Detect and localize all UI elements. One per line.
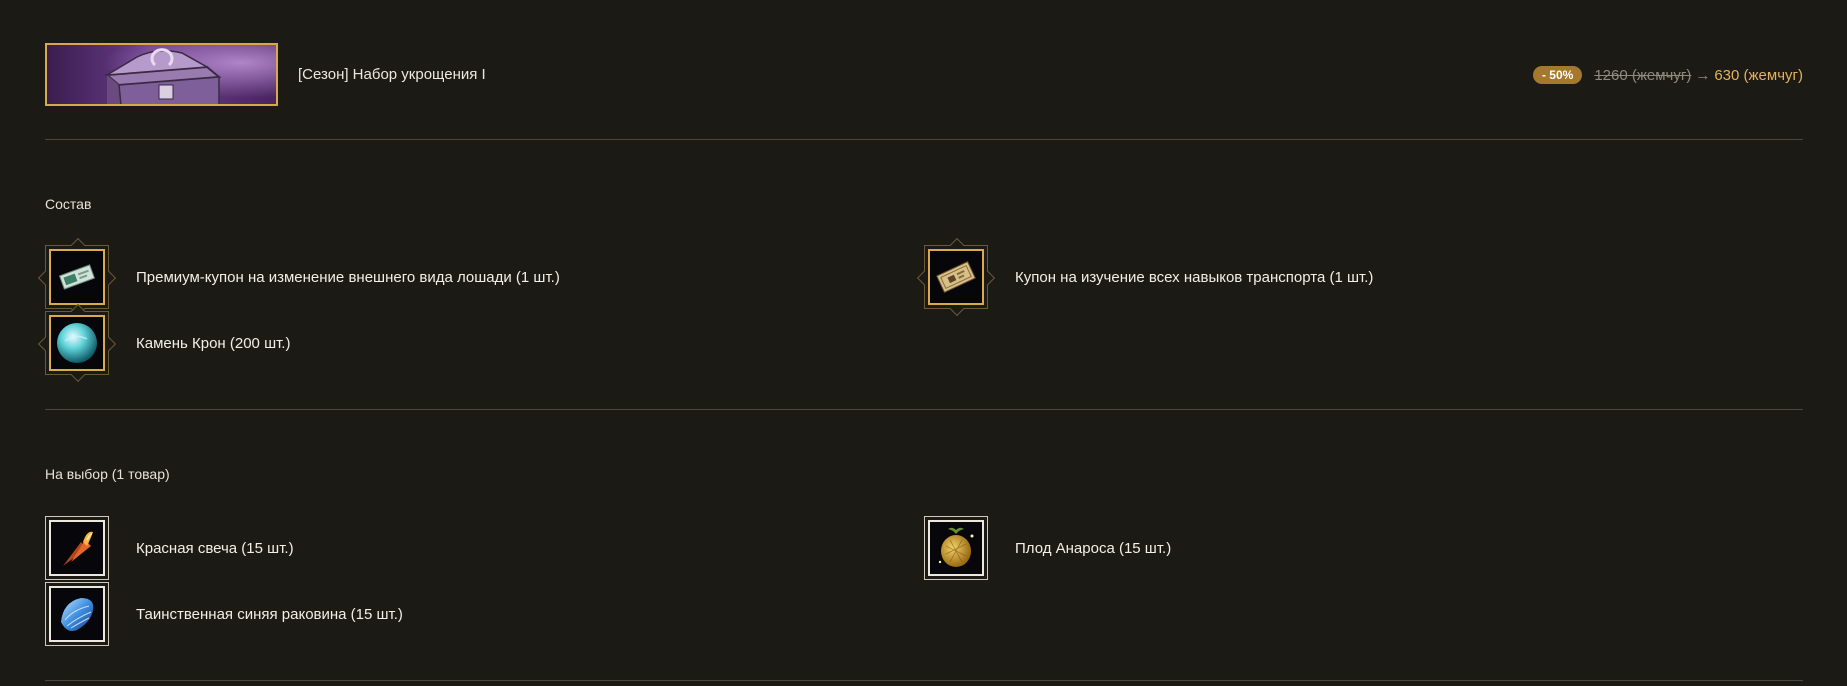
item-frame [37, 237, 117, 317]
discount-badge: - 50% [1532, 66, 1583, 84]
cron-stone-icon [57, 323, 97, 363]
choice-title: На выбор (1 товар) [45, 466, 170, 482]
divider [45, 680, 1803, 681]
item-frame [45, 582, 109, 646]
item-label: Камень Крон (200 шт.) [136, 335, 291, 352]
item-label: Красная свеча (15 шт.) [136, 540, 294, 557]
horse-coupon-icon [58, 264, 96, 290]
composition-item[interactable]: Камень Крон (200 шт.) [37, 303, 845, 383]
item-label: Премиум-купон на изменение внешнего вида… [136, 269, 560, 286]
item-label: Плод Анароса (15 шт.) [1015, 540, 1172, 557]
price-block: - 50% 1260 (жемчуг) → 630 (жемчуг) [1532, 66, 1803, 84]
package-banner-image [45, 43, 278, 106]
item-frame [924, 516, 988, 580]
new-price: 630 (жемчуг) [1714, 67, 1803, 84]
composition-title: Состав [45, 196, 92, 212]
item-frame [916, 237, 996, 317]
item-label: Таинственная синяя раковина (15 шт.) [136, 606, 403, 623]
old-price: 1260 (жемчуг) [1594, 67, 1692, 84]
item-frame [37, 303, 117, 383]
choice-item[interactable]: Плод Анароса (15 шт.) [924, 516, 1724, 581]
choice-item[interactable]: Таинственная синяя раковина (15 шт.) [45, 582, 845, 647]
item-label: Купон на изучение всех навыков транспорт… [1015, 269, 1374, 286]
package-title: [Сезон] Набор укрощения I [298, 66, 486, 83]
blue-shell-icon [61, 598, 94, 631]
divider [45, 139, 1803, 140]
package-detail: [Сезон] Набор укрощения I - 50% 1260 (жем… [37, 0, 1803, 686]
red-candle-icon [63, 531, 93, 566]
transport-coupon-icon [936, 260, 976, 294]
package-header: [Сезон] Набор укрощения I - 50% 1260 (жем… [45, 43, 1803, 106]
composition-item[interactable]: Премиум-купон на изменение внешнего вида… [37, 237, 845, 317]
composition-item[interactable]: Купон на изучение всех навыков транспорт… [916, 237, 1724, 317]
price-arrow-icon: → [1695, 67, 1711, 84]
item-frame [45, 516, 109, 580]
divider [45, 409, 1803, 410]
choice-item[interactable]: Красная свеча (15 шт.) [45, 516, 845, 581]
anaros-fruit-icon [938, 527, 974, 567]
